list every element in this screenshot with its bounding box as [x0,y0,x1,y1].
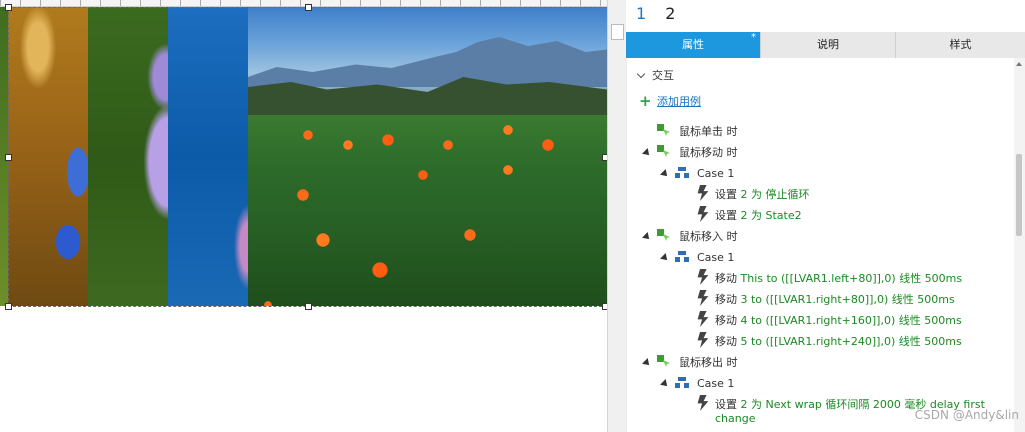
interaction-event-icon [657,145,671,157]
action-item[interactable]: 设置 2 为 State2 [715,209,802,223]
image-carousel-widget[interactable] [0,7,607,306]
carousel-image-2[interactable] [8,7,88,306]
design-canvas[interactable] [0,0,609,432]
event-item[interactable]: 鼠标单击 时 [679,125,738,139]
watermark: CSDN @Andy&lin [914,408,1019,422]
interaction-event-icon [657,355,671,367]
action-item[interactable]: 移动 5 to ([[LVAR1.right+240]],0) 线性 500ms [715,335,962,349]
carousel-image-5[interactable] [248,7,607,306]
tab-notes-label: 说明 [817,38,839,51]
action-detail: 2 为 停止循环 [740,188,810,201]
scroll-up-arrow-icon[interactable] [1016,62,1022,66]
case-item[interactable]: Case 1 [697,377,734,391]
page-tabs: 1 2 [636,4,689,23]
interaction-event-icon [657,229,671,241]
triangle-expanded-icon[interactable] [660,169,670,179]
event-item[interactable]: 鼠标移动 时 [679,146,738,160]
action-detail: This to ([[LVAR1.left+80]],0) 线性 500ms [740,272,963,285]
triangle-expanded-icon[interactable] [660,253,670,263]
canvas-scrollbar[interactable] [607,0,627,432]
carousel-image-3[interactable] [88,7,168,306]
lightning-bolt-icon [697,311,709,327]
interactions-pane: 交互 + 添加用例 鼠标单击 时 鼠标移动 时 Case 1 设置 2 为 停止… [626,58,1015,432]
case-tree-icon [675,167,689,179]
action-verb: 设置 [715,209,737,222]
action-detail: 5 to ([[LVAR1.right+240]],0) 线性 500ms [740,335,962,348]
chevron-down-icon[interactable] [636,69,646,79]
tab-properties-label: 属性 [682,38,704,51]
case-tree-icon [675,377,689,389]
inspector-scrollbar[interactable] [1014,58,1025,432]
action-verb: 移动 [715,335,737,348]
event-item[interactable]: 鼠标移入 时 [679,230,738,244]
page-tab-2[interactable]: 2 [665,4,675,23]
scrollbar-thumb[interactable] [611,24,624,40]
tab-properties[interactable]: 属性 * [626,32,761,58]
tab-style-label: 样式 [949,38,972,51]
tab-notes[interactable]: 说明 [761,32,896,58]
triangle-expanded-icon[interactable] [642,358,652,368]
resize-handle-top[interactable] [305,4,312,11]
action-item[interactable]: 移动 This to ([[LVAR1.left+80]],0) 线性 500m… [715,272,962,286]
triangle-expanded-icon[interactable] [642,148,652,158]
action-verb: 移动 [715,314,737,327]
carousel-image-4[interactable] [168,7,248,306]
scrollbar-thumb[interactable] [1016,154,1022,236]
lightning-bolt-icon [697,395,709,411]
action-detail-continued: change [715,412,756,425]
resize-handle-bottom[interactable] [305,303,312,310]
lightning-bolt-icon [697,290,709,306]
lightning-bolt-icon [697,332,709,348]
action-item[interactable]: 移动 3 to ([[LVAR1.right+80]],0) 线性 500ms [715,293,955,307]
plus-icon[interactable]: + [639,92,652,110]
lightning-bolt-icon [697,269,709,285]
action-item[interactable]: 设置 2 为 停止循环 [715,188,810,202]
event-item[interactable]: 鼠标移出 时 [679,356,738,370]
action-verb: 设置 [715,188,737,201]
action-detail: 4 to ([[LVAR1.right+160]],0) 线性 500ms [740,314,962,327]
action-verb: 移动 [715,272,737,285]
add-case-link[interactable]: 添加用例 [657,95,701,109]
case-item[interactable]: Case 1 [697,167,734,181]
resize-handle-top-left[interactable] [5,4,12,11]
interaction-event-icon [657,124,671,136]
mountain-range [248,37,607,87]
triangle-expanded-icon[interactable] [660,379,670,389]
action-verb: 设置 [715,398,737,411]
section-title-interactions[interactable]: 交互 [652,69,674,83]
action-verb: 移动 [715,293,737,306]
inspector-tabs: 属性 * 说明 样式 [626,32,1025,58]
case-item[interactable]: Case 1 [697,251,734,265]
page-tab-1[interactable]: 1 [636,4,646,23]
lightning-bolt-icon [697,206,709,222]
triangle-expanded-icon[interactable] [642,232,652,242]
flower-meadow [248,115,607,306]
action-detail: 3 to ([[LVAR1.right+80]],0) 线性 500ms [740,293,955,306]
action-detail: 2 为 State2 [740,209,802,222]
resize-handle-bottom-left[interactable] [5,303,12,310]
lightning-bolt-icon [697,185,709,201]
resize-handle-left[interactable] [5,154,12,161]
modified-marker: * [751,32,756,43]
inspector-panel: 1 2 属性 * 说明 样式 交互 + 添加用例 鼠标单击 时 鼠标移动 时 C… [626,0,1025,432]
action-item[interactable]: 移动 4 to ([[LVAR1.right+160]],0) 线性 500ms [715,314,962,328]
tab-style[interactable]: 样式 [896,32,1025,58]
case-tree-icon [675,251,689,263]
